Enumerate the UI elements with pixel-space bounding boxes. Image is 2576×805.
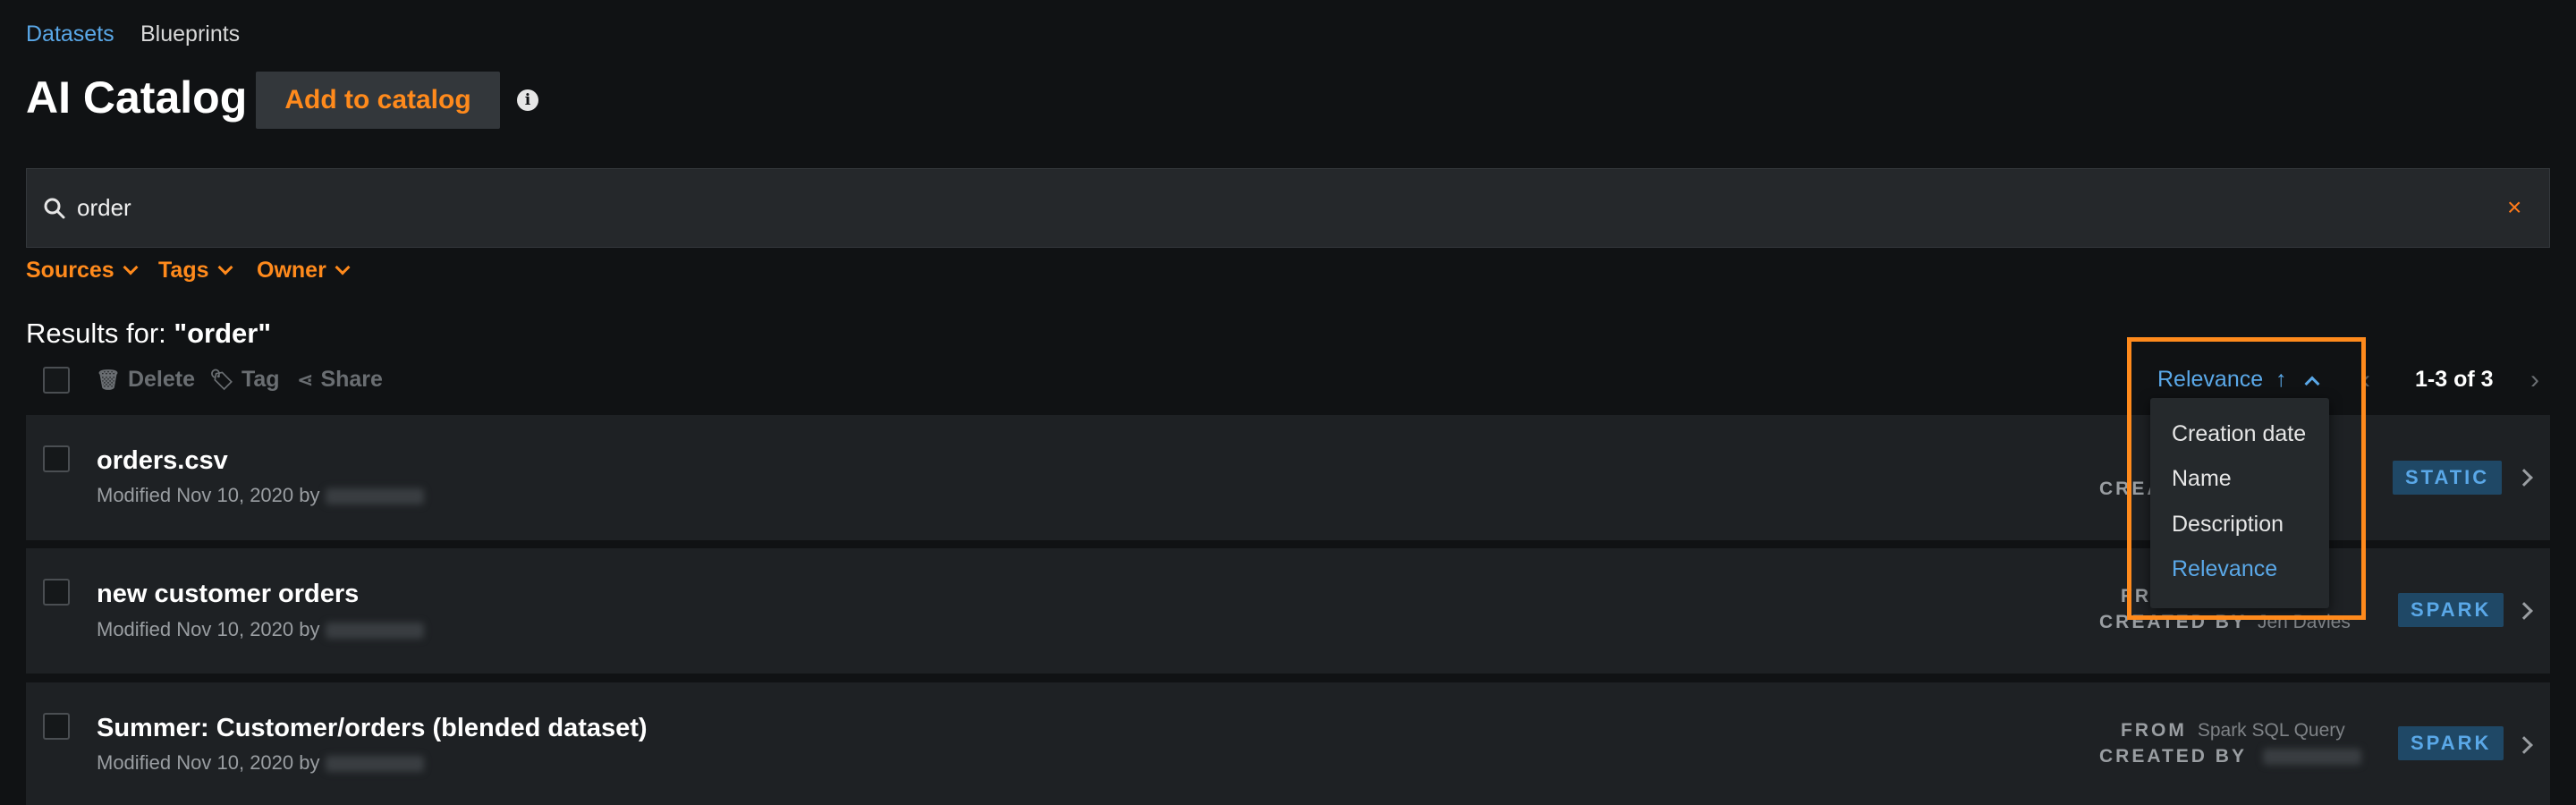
status-badge: SPARK: [2398, 593, 2504, 627]
share-icon: ⋖: [297, 368, 314, 391]
from-source: FROM Spark SQL Query: [2121, 720, 2345, 741]
info-icon[interactable]: i: [517, 89, 538, 111]
nav-datasets-link[interactable]: Datasets: [26, 21, 114, 47]
row-checkbox[interactable]: [43, 579, 70, 606]
chevron-down-icon: [217, 259, 233, 275]
filter-sources-label: Sources: [26, 258, 114, 283]
filter-owner[interactable]: Owner: [257, 258, 351, 284]
dataset-modified: Modified Nov 10, 2020 by: [97, 484, 424, 507]
dataset-title[interactable]: new customer orders: [97, 580, 359, 609]
from-label: FROM: [2121, 720, 2187, 741]
blurred-user: [325, 488, 424, 505]
filter-owner-label: Owner: [257, 258, 326, 283]
row-checkbox[interactable]: [43, 445, 70, 472]
from-value: Spark SQL Query: [2197, 720, 2345, 741]
nav-blueprints-link[interactable]: Blueprints: [140, 21, 240, 47]
dataset-title[interactable]: Summer: Customer/orders (blended dataset…: [97, 714, 648, 743]
filter-tags[interactable]: Tags: [158, 258, 233, 284]
results-query: "order": [174, 318, 272, 349]
row-checkbox[interactable]: [43, 713, 70, 740]
dataset-modified: Modified Nov 10, 2020 by: [97, 751, 424, 775]
dataset-title[interactable]: orders.csv: [97, 446, 228, 476]
chevron-right-icon[interactable]: ›: [2530, 365, 2539, 395]
filter-sources[interactable]: Sources: [26, 258, 139, 284]
status-badge: STATIC: [2393, 461, 2503, 495]
chevron-down-icon: [335, 259, 351, 275]
delete-label: Delete: [127, 367, 195, 392]
search-input[interactable]: [77, 190, 2402, 225]
delete-button[interactable]: 🗑 Delete: [96, 367, 195, 393]
clear-search-icon[interactable]: ×: [2507, 194, 2521, 221]
created-by-label: CREATED BY: [2099, 746, 2247, 767]
select-all-checkbox[interactable]: [43, 367, 70, 394]
status-badge: SPARK: [2398, 726, 2504, 760]
results-prefix: Results for:: [26, 318, 174, 349]
highlight-callout: [2127, 337, 2366, 620]
blurred-user: [325, 756, 424, 773]
tag-label: Tag: [241, 367, 280, 392]
created-by: CREATED BY: [2099, 746, 2361, 767]
share-button[interactable]: ⋖ Share: [297, 367, 383, 393]
blurred-user: [325, 623, 424, 640]
filter-tags-label: Tags: [158, 258, 209, 283]
blurred-user: [2262, 749, 2361, 766]
share-label: Share: [320, 367, 383, 392]
search-icon: [44, 198, 65, 219]
modified-text: Modified Nov 10, 2020 by: [97, 618, 320, 640]
results-heading: Results for: "order": [26, 318, 271, 350]
add-to-catalog-button[interactable]: Add to catalog: [256, 72, 500, 129]
tag-icon: 🏷: [209, 368, 234, 391]
page-title: AI Catalog: [26, 72, 248, 123]
modified-text: Modified Nov 10, 2020 by: [97, 484, 320, 506]
pager-range: 1-3 of 3: [2415, 367, 2494, 392]
chevron-down-icon: [123, 259, 139, 275]
dataset-row[interactable]: [26, 682, 2550, 805]
tag-button[interactable]: 🏷 Tag: [209, 367, 280, 393]
modified-text: Modified Nov 10, 2020 by: [97, 751, 320, 774]
dataset-modified: Modified Nov 10, 2020 by: [97, 618, 424, 641]
trash-icon: 🗑: [96, 368, 121, 391]
